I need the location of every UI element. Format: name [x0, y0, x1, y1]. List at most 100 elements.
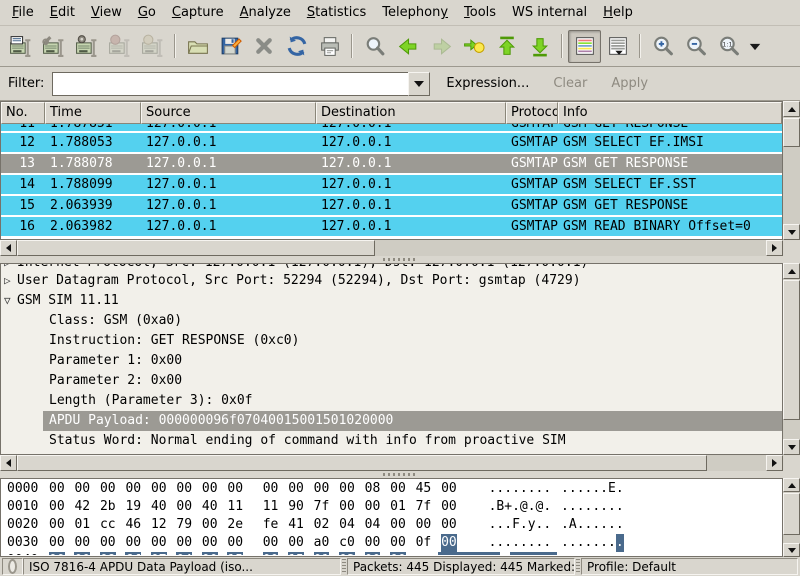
hex-row-0000[interactable]: 000000 00 00 00 00 00 00 00 00 00 00 00 …	[7, 480, 782, 498]
detail-row[interactable]: ▷Internet Protocol, Src: 127.0.0.1 (127.…	[1, 264, 782, 271]
scrollbar-thumb[interactable]	[17, 240, 375, 256]
zoom-out-button[interactable]	[679, 30, 712, 63]
scrollbar-thumb[interactable]	[783, 118, 800, 147]
detail-row[interactable]: APDU Payload: 000000096f0704001500150102…	[1, 411, 782, 431]
expander-collapsed-icon[interactable]: ▷	[4, 264, 11, 271]
scroll-down-button[interactable]	[783, 224, 800, 240]
detail-row[interactable]: ▷User Datagram Protocol, Src Port: 52294…	[1, 271, 782, 291]
auto-scroll-button[interactable]	[601, 30, 634, 63]
detail-row[interactable]: Instruction: GET RESPONSE (0xc0)	[1, 331, 782, 351]
column-header-source[interactable]: Source	[141, 102, 316, 124]
detail-hscrollbar[interactable]	[0, 455, 783, 471]
open-file-button[interactable]	[181, 30, 214, 63]
apply-button[interactable]: Apply	[603, 73, 656, 94]
scroll-up-button[interactable]	[783, 478, 800, 492]
save-file-button[interactable]	[214, 30, 247, 63]
menu-edit[interactable]: Edit	[42, 1, 83, 24]
pane-splitter[interactable]	[0, 256, 800, 263]
scroll-left-button[interactable]	[0, 240, 17, 256]
scroll-right-button[interactable]	[766, 455, 783, 471]
zoom-100-button[interactable]: 1:1	[712, 30, 745, 63]
scroll-down-button[interactable]	[783, 543, 800, 557]
packet-row-14[interactable]: 141.788099127.0.0.1127.0.0.1GSMTAPGSM SE…	[1, 175, 782, 196]
column-header-time[interactable]: Time	[45, 102, 141, 124]
scrollbar-thumb[interactable]	[17, 455, 707, 471]
detail-row[interactable]: Length (Parameter 3): 0x0f	[1, 391, 782, 411]
filter-input[interactable]	[52, 72, 408, 96]
menu-telephony[interactable]: Telephony	[374, 1, 456, 24]
packet-row-15[interactable]: 152.063939127.0.0.1127.0.0.1GSMTAPGSM GE…	[1, 196, 782, 217]
detail-row[interactable]: ▽GSM SIM 11.11	[1, 291, 782, 311]
scroll-right-button[interactable]	[766, 240, 783, 256]
menu-capture[interactable]: Capture	[164, 1, 232, 24]
menu-file[interactable]: File	[4, 1, 42, 24]
go-to-top-button[interactable]	[490, 30, 523, 63]
column-header-protocol[interactable]: Protocol	[506, 102, 558, 124]
menu-analyze[interactable]: Analyze	[232, 1, 299, 24]
close-file-button[interactable]	[247, 30, 280, 63]
hex-byte: 00	[151, 480, 167, 498]
menu-go[interactable]: Go	[130, 1, 164, 24]
expert-info-button[interactable]	[2, 558, 23, 575]
expression-button[interactable]: Expression...	[438, 73, 537, 94]
scroll-up-button[interactable]	[783, 101, 800, 117]
clear-button[interactable]: Clear	[545, 73, 595, 94]
print-button[interactable]	[313, 30, 346, 63]
statusbar-grip-icon[interactable]	[576, 559, 580, 574]
detail-field-apdu-payload: APDU Payload: 000000096f0704001500150102…	[43, 411, 782, 431]
status-bar: ISO 7816-4 APDU Data Payload (iso... Pac…	[0, 557, 800, 576]
detail-row[interactable]: Parameter 2: 0x00	[1, 371, 782, 391]
menu-view[interactable]: View	[83, 1, 130, 24]
arrow-down-icon	[788, 445, 796, 454]
capture-options-button[interactable]	[37, 30, 70, 63]
scrollbar-thumb[interactable]	[783, 493, 800, 535]
menu-tools[interactable]: Tools	[456, 1, 504, 24]
hex-row-0040[interactable]: 004000 00 09 6f 07 04 00 15 00 15 01 02 …	[7, 552, 782, 555]
menu-help[interactable]: Help	[595, 1, 641, 24]
interface-list-button[interactable]	[4, 30, 37, 63]
toolbar-overflow-button[interactable]	[745, 30, 765, 63]
zoom-in-button[interactable]	[646, 30, 679, 63]
column-header-no[interactable]: No.	[1, 102, 45, 124]
menu-ws-internal[interactable]: WS internal	[504, 1, 595, 24]
scrollbar-thumb[interactable]	[783, 280, 800, 420]
expander-collapsed-icon[interactable]: ▷	[4, 271, 11, 291]
detail-row[interactable]: Parameter 1: 0x00	[1, 351, 782, 371]
menu-statistics[interactable]: Statistics	[299, 1, 374, 24]
go-to-packet-button[interactable]	[457, 30, 490, 63]
detail-row[interactable]: Status Word: Normal ending of command wi…	[1, 431, 782, 451]
packet-list-vscrollbar[interactable]	[783, 101, 800, 240]
column-header-info[interactable]: Info	[558, 102, 782, 124]
packet-row-13[interactable]: 131.788078127.0.0.1127.0.0.1GSMTAPGSM GE…	[1, 154, 782, 175]
hex-row-0020[interactable]: 002000 01 cc 46 12 79 00 2e fe 41 02 04 …	[7, 516, 782, 534]
packet-row-16[interactable]: 162.063982127.0.0.1127.0.0.1GSMTAPGSM RE…	[1, 217, 782, 238]
reload-button[interactable]	[280, 30, 313, 63]
profile-status[interactable]: Profile: Default	[581, 558, 798, 575]
packet-row-11[interactable]: 111.787851127.0.0.1127.0.0.1GSMTAPGSM GE…	[1, 124, 782, 133]
hex-row-0010[interactable]: 001000 42 2b 19 40 00 40 11 11 90 7f 00 …	[7, 498, 782, 516]
cell-destination: 127.0.0.1	[316, 196, 506, 215]
detail-row[interactable]: Class: GSM (0xa0)	[1, 311, 782, 331]
expander-expanded-icon[interactable]: ▽	[4, 291, 11, 311]
capture-restart-button[interactable]	[136, 30, 169, 63]
hex-row-0030[interactable]: 003000 00 00 00 00 00 00 00 00 00 a0 c0 …	[7, 534, 782, 552]
pane-splitter[interactable]	[0, 471, 800, 478]
capture-start-button[interactable]	[70, 30, 103, 63]
capture-stop-button[interactable]	[103, 30, 136, 63]
scroll-left-button[interactable]	[0, 455, 17, 471]
scroll-up-button[interactable]	[783, 263, 800, 279]
find-packet-button[interactable]	[358, 30, 391, 63]
filter-label[interactable]: Filter:	[8, 76, 44, 91]
go-to-bottom-button[interactable]	[523, 30, 556, 63]
detail-vscrollbar[interactable]	[783, 263, 800, 455]
colorize-button[interactable]	[568, 30, 601, 63]
go-back-button[interactable]	[391, 30, 424, 63]
hex-vscrollbar[interactable]	[783, 478, 800, 557]
packet-row-12[interactable]: 121.788053127.0.0.1127.0.0.1GSMTAPGSM SE…	[1, 133, 782, 154]
scroll-down-button[interactable]	[783, 439, 800, 455]
column-header-destination[interactable]: Destination	[316, 102, 506, 124]
packet-list-hscrollbar[interactable]	[0, 240, 783, 256]
go-forward-button[interactable]	[424, 30, 457, 63]
statusbar-grip-icon[interactable]	[342, 559, 346, 574]
filter-dropdown-button[interactable]	[408, 72, 430, 96]
